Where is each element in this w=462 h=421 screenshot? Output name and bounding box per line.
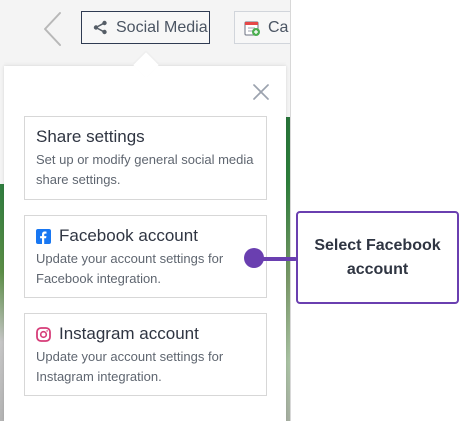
instagram-account-title: Instagram account bbox=[59, 324, 199, 343]
calendar-label: Ca bbox=[268, 18, 289, 36]
instagram-account-title-row: Instagram account bbox=[36, 323, 255, 345]
calendar-button[interactable]: Ca bbox=[234, 11, 290, 44]
social-media-label: Social Media bbox=[116, 18, 208, 36]
help-screenshot-canvas: Social Media Ca Share settings Set up or… bbox=[0, 0, 462, 421]
share-settings-option[interactable]: Share settings Set up or modify general … bbox=[24, 116, 267, 200]
instagram-account-option[interactable]: Instagram account Update your account se… bbox=[24, 313, 267, 396]
back-button[interactable] bbox=[38, 10, 68, 48]
facebook-account-title: Facebook account bbox=[59, 226, 198, 245]
callout-text: Select Facebook account bbox=[314, 236, 441, 278]
share-icon bbox=[93, 20, 108, 35]
app-screenshot: Social Media Ca Share settings Set up or… bbox=[0, 0, 291, 421]
calendar-icon bbox=[243, 19, 261, 37]
close-icon bbox=[253, 84, 269, 100]
social-media-button[interactable]: Social Media bbox=[81, 11, 210, 44]
facebook-account-option[interactable]: Facebook account Update your account set… bbox=[24, 215, 267, 298]
social-media-dropdown: Share settings Set up or modify general … bbox=[4, 52, 286, 421]
share-settings-title: Share settings bbox=[36, 127, 145, 146]
close-button[interactable] bbox=[251, 82, 271, 102]
share-settings-description: Set up or modify general social media sh… bbox=[36, 152, 254, 187]
chevron-left-icon bbox=[44, 12, 61, 46]
instagram-icon bbox=[36, 326, 51, 342]
instagram-account-description: Update your account settings for Instagr… bbox=[36, 349, 224, 384]
facebook-account-description: Update your account settings for Faceboo… bbox=[36, 251, 224, 286]
facebook-account-title-row: Facebook account bbox=[36, 225, 255, 247]
share-settings-title-row: Share settings bbox=[36, 126, 255, 148]
callout-connector-dot bbox=[244, 248, 264, 268]
background-image-right-edge bbox=[286, 62, 290, 421]
facebook-selection-callout: Select Facebook account bbox=[296, 211, 459, 304]
facebook-icon bbox=[36, 228, 51, 244]
